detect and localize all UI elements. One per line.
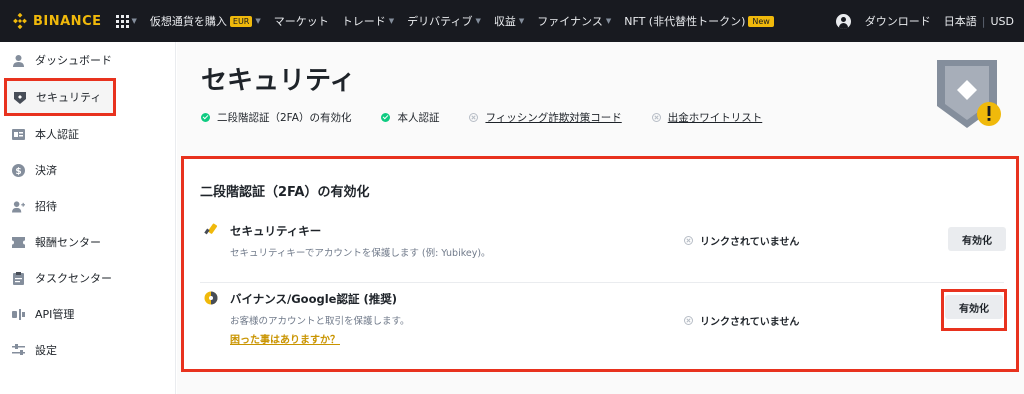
enable-security-key-button[interactable]: 有効化 bbox=[948, 227, 1006, 251]
sidebar-item-task-center[interactable]: タスクセンター bbox=[0, 260, 175, 296]
binance-logo-icon bbox=[13, 13, 27, 29]
sidebar-item-label: 本人認証 bbox=[35, 128, 79, 141]
nav-label: トレード bbox=[341, 15, 386, 28]
security-status-row: 二段階認証（2FA）の有効化 本人認証 フィッシング詐欺対策コード 出金ホワイト… bbox=[201, 110, 792, 125]
brand-name: BINANCE bbox=[33, 13, 102, 29]
section-title: 二段階認証（2FA）の有効化 bbox=[200, 185, 370, 200]
row-description: お客様のアカウントと取引を保護します。 bbox=[230, 316, 410, 327]
status-label: 二段階認証（2FA）の有効化 bbox=[217, 112, 352, 124]
sidebar-item-label: 設定 bbox=[35, 344, 57, 357]
row-description: セキュリティキーでアカウントを保護します (例: Yubikey)。 bbox=[230, 248, 491, 259]
nav-nft[interactable]: NFT (非代替性トークン) New bbox=[624, 13, 774, 29]
user-icon bbox=[12, 54, 25, 67]
x-circle-icon bbox=[651, 113, 661, 122]
svg-text:$: $ bbox=[15, 167, 21, 177]
chevron-down-icon: ▼ bbox=[388, 17, 395, 25]
x-circle-icon bbox=[684, 236, 693, 245]
check-circle-icon bbox=[201, 113, 210, 122]
nav-finance[interactable]: ファイナンス ▼ bbox=[537, 13, 611, 29]
x-circle-icon bbox=[684, 316, 693, 325]
user-icon[interactable] bbox=[835, 13, 851, 29]
link-status: リンクされていません bbox=[684, 233, 799, 248]
sidebar-item-label: 決済 bbox=[35, 164, 57, 177]
binance-logo[interactable]: BINANCE bbox=[12, 13, 102, 29]
link-status: リンクされていません bbox=[684, 313, 799, 328]
download-link[interactable]: ダウンロード bbox=[865, 13, 931, 29]
add-user-icon bbox=[12, 200, 25, 213]
sidebar-item-security[interactable]: セキュリティ bbox=[4, 78, 116, 116]
shield-icon bbox=[13, 91, 26, 104]
status-label: 本人認証 bbox=[397, 112, 440, 124]
clipboard-icon bbox=[12, 271, 25, 285]
sidebar-item-dashboard[interactable]: ダッシュボード bbox=[0, 42, 175, 78]
security-shield-illustration bbox=[935, 58, 1005, 134]
nav-label: ファイナンス bbox=[537, 15, 603, 28]
status-2fa: 二段階認証（2FA）の有効化 bbox=[201, 110, 351, 125]
shield-warning-icon bbox=[937, 60, 1001, 128]
status-anti-phishing[interactable]: フィッシング詐欺対策コード bbox=[469, 110, 622, 125]
sidebar-item-identification[interactable]: 本人認証 bbox=[0, 116, 175, 152]
main-content: セキュリティ 二段階認証（2FA）の有効化 本人認証 フィッシング詐欺対策コード… bbox=[177, 42, 1024, 394]
top-navigation-bar: BINANCE ▼ 仮想通貨を購入 EUR ▼ マーケット トレード ▼ デリバ… bbox=[0, 0, 1024, 42]
sidebar-item-label: タスクセンター bbox=[35, 272, 112, 285]
nav-derivatives[interactable]: デリバティブ ▼ bbox=[407, 13, 481, 29]
sidebar-item-label: ダッシュボード bbox=[35, 54, 112, 67]
sidebar-item-reward-center[interactable]: 報酬センター bbox=[0, 224, 175, 260]
anti-phishing-link[interactable]: フィッシング詐欺対策コード bbox=[485, 110, 621, 125]
new-badge: New bbox=[748, 15, 774, 27]
api-icon bbox=[12, 308, 25, 321]
nav-earn[interactable]: 収益 ▼ bbox=[494, 13, 524, 29]
authenticator-row: バイナンス/Google認証 (推奨) お客様のアカウントと取引を保護します。 … bbox=[200, 289, 1007, 359]
currency-selector[interactable]: USD bbox=[990, 15, 1014, 28]
help-link[interactable]: 困った事はありますか？ bbox=[230, 331, 340, 346]
status-label: リンクされていません bbox=[700, 317, 800, 328]
x-circle-icon bbox=[469, 113, 479, 122]
chevron-down-icon: ▼ bbox=[605, 17, 612, 25]
ticket-icon bbox=[12, 236, 25, 249]
nav-label: デリバティブ bbox=[407, 15, 473, 28]
language-selector[interactable]: 日本語 bbox=[944, 13, 977, 29]
sidebar-item-referral[interactable]: 招待 bbox=[0, 188, 175, 224]
nav-label: マーケット bbox=[273, 15, 329, 28]
nav-label: NFT (非代替性トークン) bbox=[624, 15, 746, 28]
chevron-down-icon: ▼ bbox=[518, 17, 525, 25]
withdrawal-whitelist-link[interactable]: 出金ホワイトリスト bbox=[668, 110, 763, 125]
nav-trade[interactable]: トレード ▼ bbox=[342, 13, 394, 29]
status-whitelist[interactable]: 出金ホワイトリスト bbox=[651, 110, 763, 125]
sidebar-item-label: セキュリティ bbox=[36, 91, 102, 104]
sidebar-item-settings[interactable]: 設定 bbox=[0, 332, 175, 368]
nav-markets[interactable]: マーケット bbox=[274, 13, 329, 29]
apps-grid-icon[interactable] bbox=[115, 14, 129, 28]
sidebar-item-label: 招待 bbox=[35, 200, 57, 213]
row-title: セキュリティキー bbox=[230, 224, 322, 238]
nav-label: 収益 bbox=[493, 15, 516, 28]
enable-authenticator-button[interactable]: 有効化 bbox=[945, 295, 1003, 319]
two-factor-auth-card: 二段階認証（2FA）の有効化 セキュリティキー セキュリティキーでアカウントを保… bbox=[181, 156, 1019, 372]
authenticator-icon bbox=[204, 291, 218, 305]
sliders-icon bbox=[12, 344, 25, 357]
sidebar-item-label: 報酬センター bbox=[35, 236, 101, 249]
nav-buy-crypto[interactable]: 仮想通貨を購入 EUR ▼ bbox=[150, 13, 261, 29]
chevron-down-icon: ▼ bbox=[255, 17, 261, 25]
divider: | bbox=[981, 14, 986, 28]
sidebar-item-label: API管理 bbox=[35, 308, 75, 321]
header-right: ダウンロード 日本語 | USD bbox=[835, 0, 1014, 42]
page-title: セキュリティ bbox=[201, 66, 356, 96]
row-title: バイナンス/Google認証 (推奨) bbox=[230, 292, 397, 306]
chevron-down-icon: ▼ bbox=[475, 17, 481, 25]
sidebar-item-payment[interactable]: $ 決済 bbox=[0, 152, 175, 188]
dollar-icon: $ bbox=[12, 163, 25, 177]
check-circle-icon bbox=[381, 113, 391, 122]
security-key-icon bbox=[204, 223, 218, 235]
currency-badge: EUR bbox=[229, 15, 253, 27]
nav-label: 仮想通貨を購入 bbox=[149, 15, 227, 28]
main-nav: 仮想通貨を購入 EUR ▼ マーケット トレード ▼ デリバティブ ▼ 収益 ▼… bbox=[137, 13, 774, 29]
status-label: リンクされていません bbox=[700, 237, 800, 248]
security-key-row: セキュリティキー セキュリティキーでアカウントを保護します (例: Yubike… bbox=[200, 221, 1006, 283]
sidebar-item-api-management[interactable]: API管理 bbox=[0, 296, 175, 332]
id-card-icon bbox=[12, 128, 25, 141]
status-identity: 本人認証 bbox=[381, 110, 439, 125]
sidebar: ダッシュボード セキュリティ 本人認証 $ 決済 招待 報酬センター タスクセン… bbox=[0, 42, 176, 394]
